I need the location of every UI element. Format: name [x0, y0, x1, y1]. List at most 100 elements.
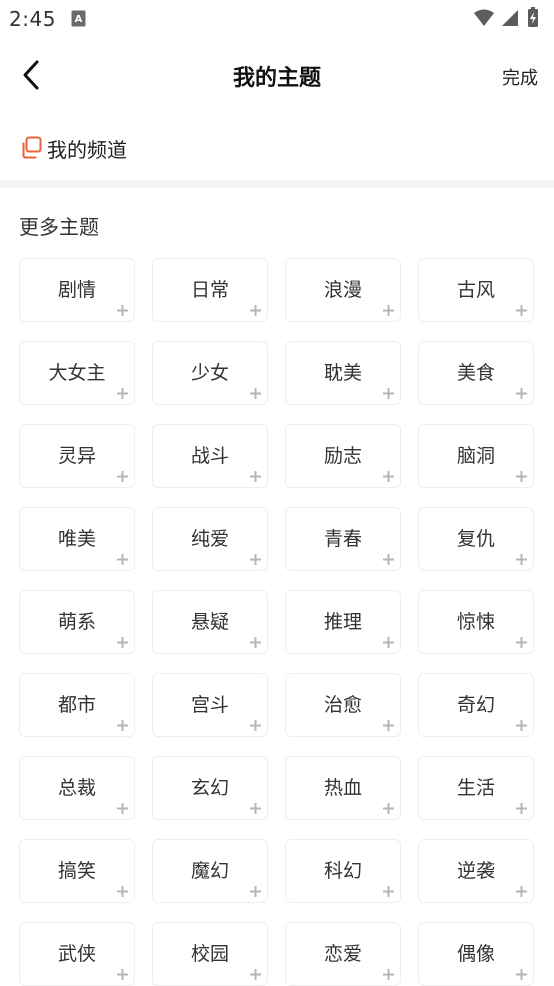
topic-tag-label: 纯爱 — [190, 527, 229, 550]
topic-tag-button[interactable]: 剧情 — [19, 258, 135, 322]
plus-icon — [116, 551, 129, 565]
plus-icon — [249, 468, 262, 482]
topic-tag-button[interactable]: 推理 — [285, 590, 401, 654]
topic-tag-label: 玄幻 — [190, 776, 229, 799]
topic-tag-label: 浪漫 — [323, 278, 362, 301]
topic-tag-label: 日常 — [190, 278, 229, 301]
plus-icon — [382, 468, 395, 482]
plus-icon — [382, 966, 395, 980]
done-button[interactable]: 完成 — [502, 64, 538, 90]
topic-tag-label: 逆袭 — [456, 859, 495, 882]
plus-icon — [116, 302, 129, 316]
topic-tag-label: 奇幻 — [456, 693, 495, 716]
plus-icon — [382, 634, 395, 648]
topic-tag-label: 科幻 — [323, 859, 362, 882]
topic-tag-button[interactable]: 灵异 — [19, 424, 135, 488]
topic-tag-button[interactable]: 古风 — [418, 258, 534, 322]
topic-tag-button[interactable]: 励志 — [285, 424, 401, 488]
topic-tag-button[interactable]: 脑洞 — [418, 424, 534, 488]
topic-tag-label: 剧情 — [57, 278, 96, 301]
topic-tag-button[interactable]: 恋爱 — [285, 922, 401, 986]
topic-tag-button[interactable]: 偶像 — [418, 922, 534, 986]
section-divider — [0, 180, 554, 188]
topic-tag-button[interactable]: 治愈 — [285, 673, 401, 737]
topic-tag-label: 灵异 — [57, 444, 96, 467]
topic-tag-button[interactable]: 大女主 — [19, 341, 135, 405]
plus-icon — [382, 717, 395, 731]
plus-icon — [116, 634, 129, 648]
plus-icon — [249, 966, 262, 980]
plus-icon — [116, 883, 129, 897]
topic-tag-button[interactable]: 总裁 — [19, 756, 135, 820]
topic-tag-button[interactable]: 热血 — [285, 756, 401, 820]
status-right-icons — [472, 7, 544, 35]
plus-icon — [249, 883, 262, 897]
topic-tag-label: 校园 — [190, 942, 229, 965]
topic-tag-button[interactable]: 美食 — [418, 341, 534, 405]
plus-icon — [249, 302, 262, 316]
copy-icon — [19, 136, 43, 160]
topic-tag-button[interactable]: 悬疑 — [152, 590, 268, 654]
more-topics-title: 更多主题 — [19, 215, 99, 239]
topic-tag-label: 耽美 — [323, 361, 362, 384]
status-bar: 2:45 A — [0, 0, 554, 38]
my-channel-label: 我的频道 — [47, 137, 127, 162]
plus-icon — [515, 883, 528, 897]
topic-tag-button[interactable]: 唯美 — [19, 507, 135, 571]
topic-tag-label: 悬疑 — [190, 610, 229, 633]
topic-tag-label: 复仇 — [456, 527, 495, 550]
plus-icon — [382, 302, 395, 316]
topic-tag-button[interactable]: 武侠 — [19, 922, 135, 986]
topic-tag-label: 脑洞 — [456, 444, 495, 467]
topic-tag-button[interactable]: 浪漫 — [285, 258, 401, 322]
topic-tag-button[interactable]: 搞笑 — [19, 839, 135, 903]
topic-tag-grid: 剧情 日常 浪漫 古风大女主 少女 耽美 美食灵异 战斗 励志 脑洞唯美 纯爱 青春 复仇萌系 悬疑 推理 惊… — [19, 258, 537, 986]
topic-tag-button[interactable]: 都市 — [19, 673, 135, 737]
topic-tag-label: 唯美 — [57, 527, 96, 550]
topic-tag-label: 生活 — [456, 776, 495, 799]
topic-tag-label: 总裁 — [57, 776, 96, 799]
topic-tag-button[interactable]: 战斗 — [152, 424, 268, 488]
plus-icon — [515, 302, 528, 316]
topic-tag-button[interactable]: 日常 — [152, 258, 268, 322]
plus-icon — [116, 468, 129, 482]
plus-icon — [515, 385, 528, 399]
wifi-icon — [474, 9, 494, 26]
my-channel-row[interactable]: 我的频道 — [19, 132, 127, 164]
topic-tag-label: 魔幻 — [190, 859, 229, 882]
topic-tag-button[interactable]: 青春 — [285, 507, 401, 571]
topic-tag-button[interactable]: 逆袭 — [418, 839, 534, 903]
topic-tag-button[interactable]: 惊悚 — [418, 590, 534, 654]
plus-icon — [515, 551, 528, 565]
topic-tag-button[interactable]: 少女 — [152, 341, 268, 405]
plus-icon — [116, 717, 129, 731]
topic-tag-label: 惊悚 — [456, 610, 495, 633]
topic-tag-button[interactable]: 纯爱 — [152, 507, 268, 571]
topic-tag-label: 战斗 — [190, 444, 229, 467]
plus-icon — [116, 800, 129, 814]
topic-tag-label: 恋爱 — [323, 942, 362, 965]
text-notification-icon: A — [71, 10, 86, 31]
topic-tag-button[interactable]: 生活 — [418, 756, 534, 820]
topic-tag-button[interactable]: 魔幻 — [152, 839, 268, 903]
topic-tag-label: 都市 — [57, 693, 96, 716]
plus-icon — [382, 800, 395, 814]
signal-icon — [502, 10, 518, 26]
plus-icon — [382, 883, 395, 897]
topic-tag-button[interactable]: 复仇 — [418, 507, 534, 571]
topic-tag-label: 青春 — [323, 527, 362, 550]
topic-tag-label: 偶像 — [456, 942, 495, 965]
topic-tag-button[interactable]: 萌系 — [19, 590, 135, 654]
plus-icon — [249, 800, 262, 814]
topic-tag-button[interactable]: 奇幻 — [418, 673, 534, 737]
topic-tag-button[interactable]: 科幻 — [285, 839, 401, 903]
topic-tag-button[interactable]: 宫斗 — [152, 673, 268, 737]
topic-tag-label: 美食 — [456, 361, 495, 384]
topic-tag-label: 武侠 — [57, 942, 96, 965]
topic-tag-button[interactable]: 玄幻 — [152, 756, 268, 820]
topic-tag-label: 推理 — [323, 610, 362, 633]
topic-tag-button[interactable]: 耽美 — [285, 341, 401, 405]
status-time: 2:45 — [9, 7, 56, 31]
topic-tag-label: 宫斗 — [190, 693, 229, 716]
topic-tag-button[interactable]: 校园 — [152, 922, 268, 986]
